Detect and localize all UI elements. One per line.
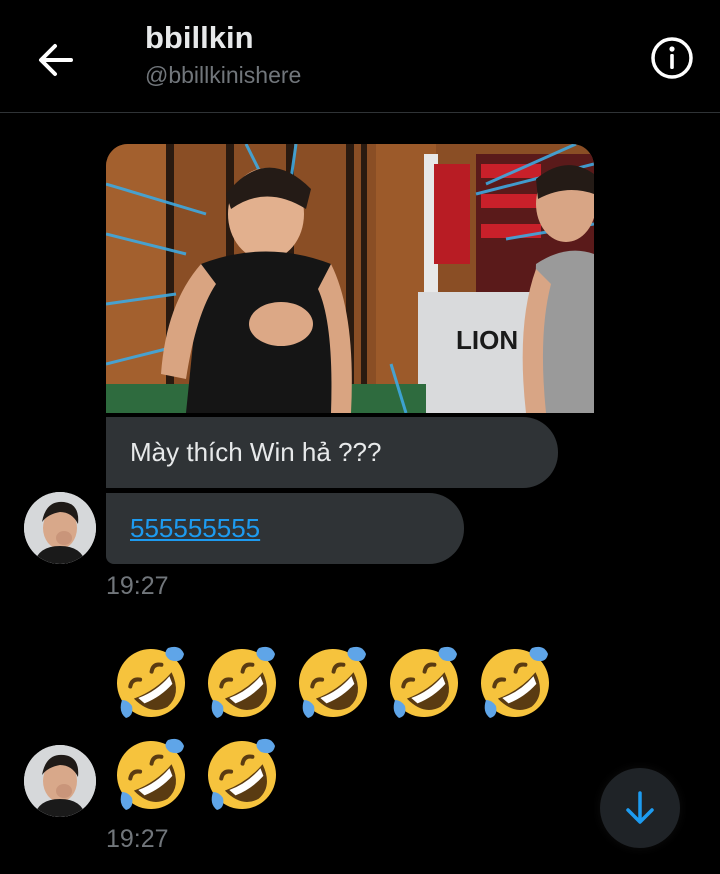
- info-button[interactable]: [646, 32, 698, 84]
- avatar[interactable]: [24, 745, 96, 817]
- conversation-header: bbillkin @bbillkinishere: [0, 0, 720, 113]
- message-text: Mày thích Win hả ???: [130, 437, 382, 467]
- message-bubble[interactable]: 555555555: [106, 493, 464, 564]
- message-photo[interactable]: LION: [106, 144, 594, 413]
- message-timestamp: 19:27: [106, 572, 169, 600]
- back-arrow-icon: [39, 44, 73, 76]
- rolling-on-the-floor-laughing-emoji: [199, 732, 285, 818]
- conversation-handle: @bbillkinishere: [145, 62, 302, 88]
- profile-photo-image: [24, 492, 96, 564]
- rolling-on-the-floor-laughing-emoji: [381, 640, 467, 726]
- rolling-on-the-floor-laughing-emoji: [108, 732, 194, 818]
- message-bubble[interactable]: Mày thích Win hả ???: [106, 417, 558, 488]
- message-timestamp: 19:27: [106, 825, 169, 853]
- scroll-to-bottom-button[interactable]: [600, 768, 680, 848]
- message-link[interactable]: 555555555: [130, 513, 260, 544]
- gym-photo-image: LION: [106, 144, 594, 413]
- info-icon: [651, 37, 693, 79]
- back-button[interactable]: [28, 32, 84, 88]
- profile-photo-image: [24, 745, 96, 817]
- rolling-on-the-floor-laughing-emoji: [108, 640, 194, 726]
- avatar[interactable]: [24, 492, 96, 564]
- rolling-on-the-floor-laughing-emoji: [199, 640, 285, 726]
- arrow-down-icon: [626, 791, 654, 824]
- conversation-title[interactable]: bbillkin: [145, 20, 254, 56]
- rolling-on-the-floor-laughing-emoji: [472, 640, 558, 726]
- rolling-on-the-floor-laughing-emoji: [290, 640, 376, 726]
- banner-lion-text: LION: [456, 325, 518, 355]
